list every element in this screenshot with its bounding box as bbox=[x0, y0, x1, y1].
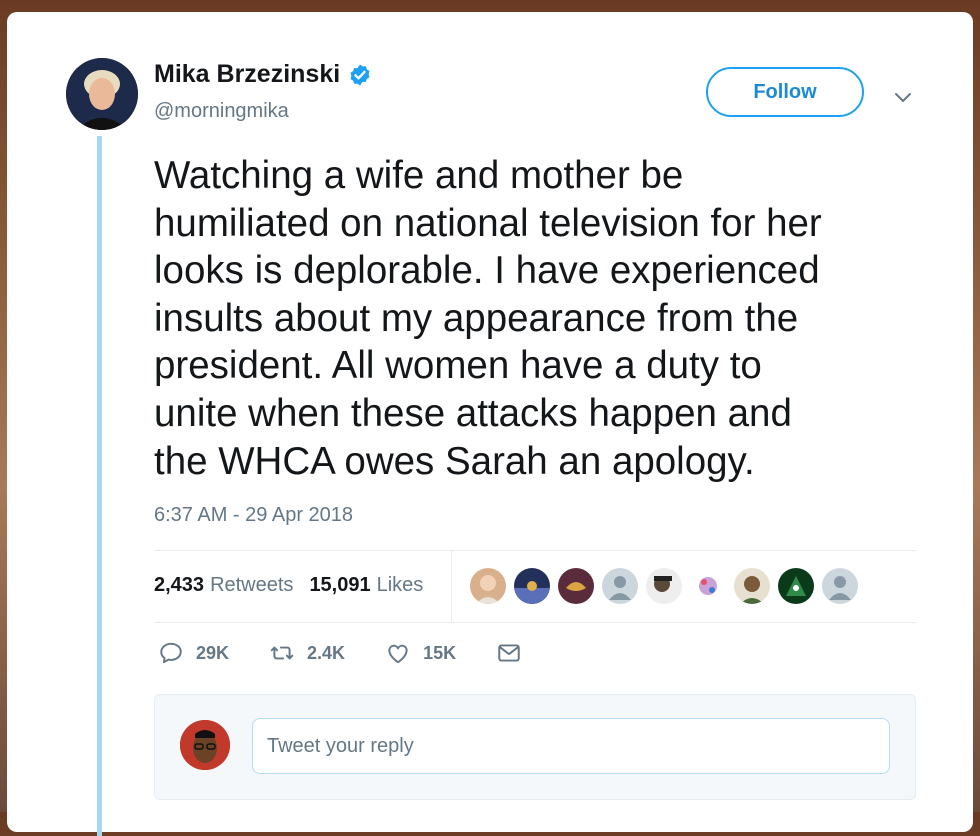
likes-stat[interactable]: 15,091 Likes bbox=[309, 574, 423, 597]
verified-badge-icon bbox=[350, 64, 370, 85]
reply-count: 29K bbox=[196, 642, 230, 663]
author-avatar[interactable] bbox=[66, 58, 138, 130]
retweets-stat[interactable]: 2,433 Retweets bbox=[154, 574, 293, 597]
author-name[interactable]: Mika Brzezinski bbox=[154, 60, 372, 89]
author-name-text[interactable]: Mika Brzezinski bbox=[154, 60, 340, 89]
thread-line bbox=[97, 136, 102, 836]
chevron-down-icon[interactable] bbox=[892, 86, 914, 108]
liker-avatar[interactable] bbox=[646, 568, 682, 604]
tweet-actions: 29K 2.4K 15K bbox=[158, 640, 574, 666]
like-count: 15K bbox=[423, 642, 457, 663]
tweet-text: Watching a wife and mother be humiliated… bbox=[154, 154, 822, 483]
stats-top-divider bbox=[154, 550, 916, 551]
likes-label: Likes bbox=[376, 574, 424, 596]
liker-avatar[interactable] bbox=[602, 568, 638, 604]
tweet-timestamp[interactable]: 6:37 AM - 29 Apr 2018 bbox=[154, 504, 353, 527]
liker-avatar[interactable] bbox=[690, 568, 726, 604]
like-action[interactable]: 15K bbox=[385, 640, 456, 666]
likers-avatars bbox=[470, 568, 866, 604]
direct-message-action[interactable] bbox=[496, 640, 534, 666]
author-handle[interactable]: @morningmika bbox=[154, 100, 289, 123]
retweet-icon bbox=[270, 646, 294, 660]
likes-count: 15,091 bbox=[309, 574, 371, 596]
liker-avatar[interactable] bbox=[470, 568, 506, 604]
retweets-count: 2,433 bbox=[154, 574, 205, 596]
reply-action[interactable]: 29K bbox=[158, 640, 229, 666]
liker-avatar[interactable] bbox=[822, 568, 858, 604]
reply-input[interactable] bbox=[252, 718, 890, 774]
stats-bottom-divider bbox=[154, 622, 916, 623]
retweets-label: Retweets bbox=[210, 574, 294, 596]
current-user-avatar[interactable] bbox=[180, 720, 230, 770]
stats-vertical-divider bbox=[451, 551, 452, 622]
direct-message-icon bbox=[498, 644, 520, 662]
tweet-stats: 2,433 Retweets 15,091 Likes bbox=[154, 574, 423, 597]
liker-avatar[interactable] bbox=[778, 568, 814, 604]
liker-avatar[interactable] bbox=[514, 568, 550, 604]
retweet-count: 2.4K bbox=[307, 642, 346, 663]
retweet-action[interactable]: 2.4K bbox=[269, 640, 345, 666]
liker-avatar[interactable] bbox=[558, 568, 594, 604]
like-icon bbox=[388, 644, 408, 664]
liker-avatar[interactable] bbox=[734, 568, 770, 604]
reply-icon bbox=[160, 642, 182, 664]
follow-button[interactable]: Follow bbox=[706, 67, 864, 117]
